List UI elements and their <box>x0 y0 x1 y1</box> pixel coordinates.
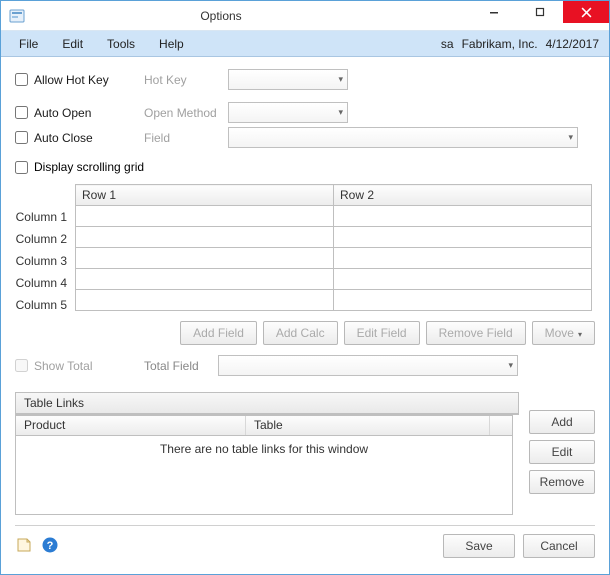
table-links-group: Table Links <box>15 392 519 415</box>
grid-button-row: Add Field Add Calc Edit Field Remove Fie… <box>15 321 595 345</box>
menu-edit[interactable]: Edit <box>50 31 95 56</box>
auto-close-checkbox[interactable] <box>15 131 28 144</box>
status-company: Fabrikam, Inc. <box>462 37 538 51</box>
table-row[interactable] <box>76 227 592 248</box>
table-links-table: Product Table There are no table links f… <box>15 415 513 515</box>
edit-field-button[interactable]: Edit Field <box>344 321 420 345</box>
status-user: sa <box>441 37 454 51</box>
grid-area: Column 1 Column 2 Column 3 Column 4 Colu… <box>75 184 595 311</box>
window-title: Options <box>0 9 471 23</box>
menu-tools[interactable]: Tools <box>95 31 147 56</box>
open-method-field-label: Open Method <box>144 106 228 120</box>
help-icon[interactable]: ? <box>41 536 59 557</box>
move-button[interactable]: Move▾ <box>532 321 595 345</box>
table-row[interactable] <box>76 290 592 311</box>
allow-hot-key-checkbox[interactable] <box>15 73 28 86</box>
remove-field-button[interactable]: Remove Field <box>426 321 526 345</box>
chevron-down-icon: ▾ <box>508 360 513 371</box>
window-buttons <box>471 1 609 23</box>
table-row[interactable] <box>76 206 592 227</box>
total-field-combo[interactable]: ▾ <box>218 355 518 376</box>
svg-text:?: ? <box>47 540 54 552</box>
display-scrolling-grid-checkbox[interactable] <box>15 161 28 174</box>
grid-row-label: Column 5 <box>15 294 75 316</box>
show-total-checkbox[interactable] <box>15 359 28 372</box>
auto-open-label: Auto Open <box>34 106 144 120</box>
maximize-button[interactable] <box>517 1 563 23</box>
total-field-label: Total Field <box>144 359 218 373</box>
status-date: 4/12/2017 <box>546 37 599 51</box>
show-total-label: Show Total <box>34 359 124 373</box>
show-total-row: Show Total Total Field ▾ <box>15 355 595 376</box>
grid-row-label: Column 4 <box>15 272 75 294</box>
options-window: Options File Edit Tools Help sa Fabrikam… <box>0 0 610 575</box>
grid-col-header: Row 2 <box>334 185 592 206</box>
add-link-button[interactable]: Add <box>529 410 595 434</box>
field-field-label: Field <box>144 131 228 145</box>
allow-hot-key-label: Allow Hot Key <box>34 73 144 87</box>
close-button[interactable] <box>563 1 609 23</box>
table-row[interactable] <box>76 248 592 269</box>
open-method-combo[interactable]: ▾ <box>228 102 348 123</box>
menu-file[interactable]: File <box>7 31 50 56</box>
chevron-down-icon: ▾ <box>338 107 343 118</box>
chevron-down-icon: ▾ <box>338 74 343 85</box>
add-field-button[interactable]: Add Field <box>180 321 257 345</box>
grid-row-label: Column 1 <box>15 206 75 228</box>
add-calc-button[interactable]: Add Calc <box>263 321 338 345</box>
table-row[interactable] <box>76 269 592 290</box>
auto-open-checkbox[interactable] <box>15 106 28 119</box>
field-combo[interactable]: ▾ <box>228 127 578 148</box>
titlebar: Options <box>1 1 609 31</box>
table-links-columns: Product Table <box>16 416 512 436</box>
display-scrolling-grid-label: Display scrolling grid <box>34 160 144 174</box>
table-links-empty-text: There are no table links for this window <box>160 442 368 456</box>
hot-key-combo[interactable]: ▾ <box>228 69 348 90</box>
grid-row-label: Column 2 <box>15 228 75 250</box>
menubar: File Edit Tools Help sa Fabrikam, Inc. 4… <box>1 31 609 57</box>
table-links-body: There are no table links for this window <box>16 436 512 516</box>
grid-row-labels: Column 1 Column 2 Column 3 Column 4 Colu… <box>15 206 75 316</box>
note-icon[interactable] <box>15 536 33 557</box>
menu-help[interactable]: Help <box>147 31 196 56</box>
chevron-down-icon: ▾ <box>578 330 582 339</box>
table-links-header: Table Links <box>16 393 518 414</box>
hot-key-field-label: Hot Key <box>144 73 228 87</box>
table-links-side-buttons: Add Edit Remove <box>529 410 595 494</box>
grid-table: Row 1 Row 2 <box>75 184 592 311</box>
table-links-area: Table Links Product Table There are no t… <box>15 384 595 515</box>
footer: ? Save Cancel <box>15 525 595 558</box>
cancel-button[interactable]: Cancel <box>523 534 595 558</box>
status-right: sa Fabrikam, Inc. 4/12/2017 <box>441 31 609 56</box>
chevron-down-icon: ▾ <box>568 132 573 143</box>
auto-close-label: Auto Close <box>34 131 144 145</box>
save-button[interactable]: Save <box>443 534 515 558</box>
grid-row-label: Column 3 <box>15 250 75 272</box>
col-end <box>490 416 512 435</box>
minimize-button[interactable] <box>471 1 517 23</box>
remove-link-button[interactable]: Remove <box>529 470 595 494</box>
edit-link-button[interactable]: Edit <box>529 440 595 464</box>
col-product: Product <box>16 416 246 435</box>
col-table: Table <box>246 416 490 435</box>
client-area: Allow Hot Key Hot Key ▾ Auto Open Open M… <box>1 57 609 574</box>
grid-col-header: Row 1 <box>76 185 334 206</box>
